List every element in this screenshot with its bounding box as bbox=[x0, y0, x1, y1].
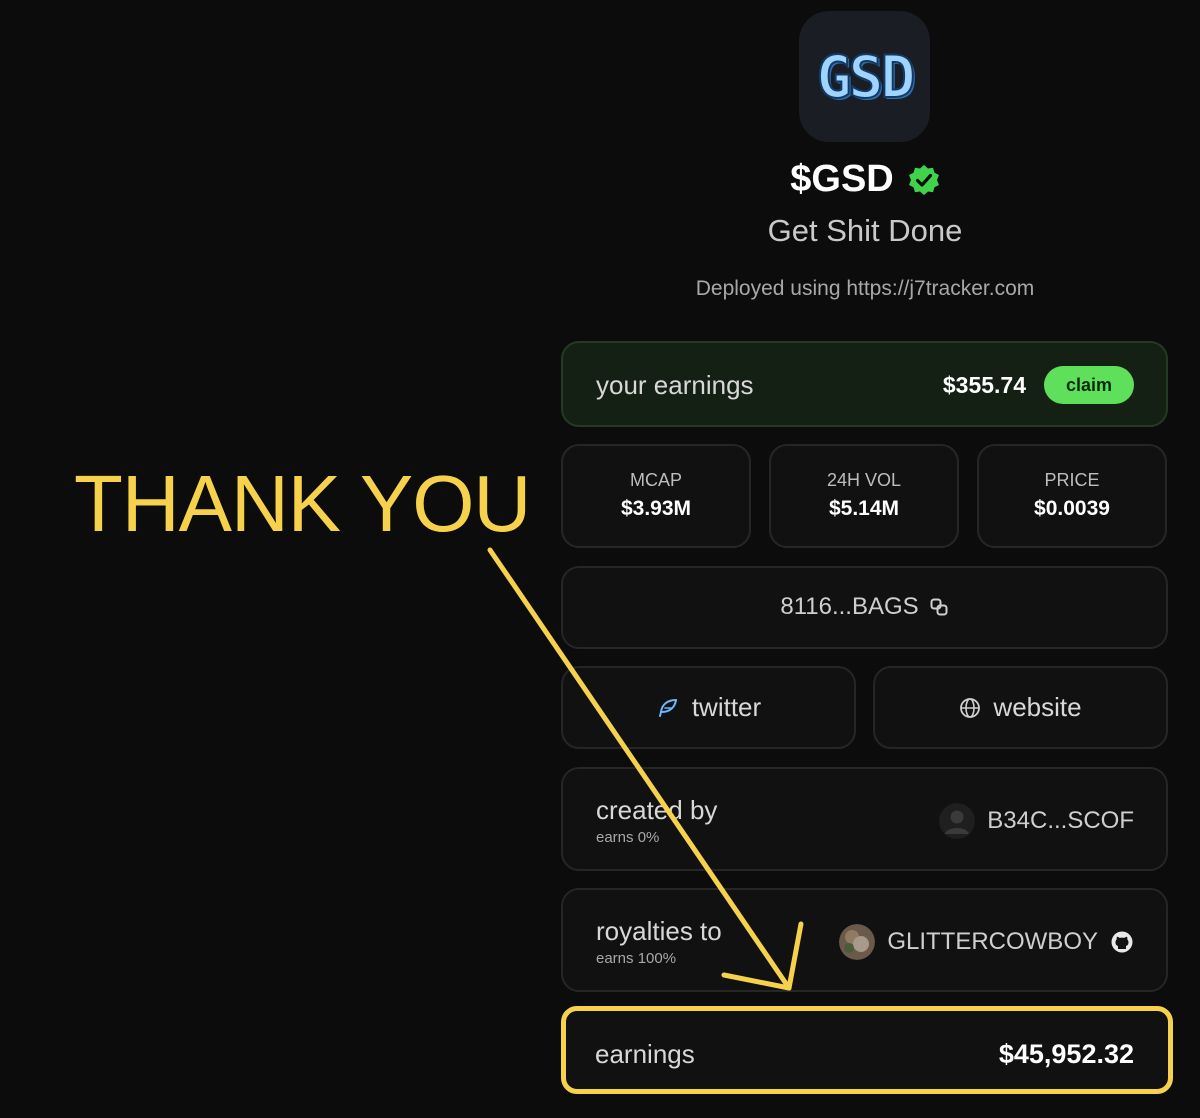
verified-badge-icon bbox=[908, 164, 939, 195]
github-icon bbox=[1111, 931, 1133, 953]
stat-price: PRICE $0.0039 bbox=[977, 444, 1167, 548]
creator-address: B34C...SCOF bbox=[987, 807, 1134, 834]
stat-value: $0.0039 bbox=[1034, 497, 1110, 520]
total-earnings-label: earnings bbox=[595, 1039, 695, 1069]
token-tagline: Get Shit Done bbox=[767, 213, 963, 248]
stat-value: $3.93M bbox=[620, 497, 692, 520]
royalties-label: royalties to bbox=[596, 916, 722, 946]
stat-label: PRICE bbox=[1044, 470, 1100, 490]
stat-mcap: MCAP $3.93M bbox=[561, 444, 751, 548]
total-earnings-value: $45,952.32 bbox=[998, 1039, 1134, 1069]
stat-label: MCAP bbox=[629, 470, 682, 490]
contract-address-button[interactable]: 8116...BAGS bbox=[561, 566, 1168, 649]
your-earnings-card: your earnings $355.74 claim bbox=[561, 341, 1168, 427]
royalty-recipient-name: GLITTERCOWBOY bbox=[887, 928, 1098, 955]
stat-volume: 24H VOL $5.14M bbox=[769, 444, 959, 548]
created-by-card: created by earns 0% B34C...SCOF bbox=[561, 767, 1168, 871]
created-by-label: created by bbox=[596, 795, 718, 825]
creator-link[interactable]: B34C...SCOF bbox=[939, 803, 1134, 839]
user-avatar-icon bbox=[839, 924, 876, 960]
token-logo-text: GSD bbox=[816, 42, 917, 112]
website-link-button[interactable]: website bbox=[873, 666, 1168, 749]
twitter-link-button[interactable]: twitter bbox=[561, 666, 856, 749]
total-earnings-card: earnings $45,952.32 bbox=[561, 1006, 1173, 1094]
token-logo: GSD bbox=[799, 11, 930, 142]
royalties-share: earns 100% bbox=[596, 950, 677, 967]
deployed-note: Deployed using https://j7tracker.com bbox=[695, 277, 1035, 300]
your-earnings-value: $355.74 bbox=[942, 372, 1026, 398]
created-by-share: earns 0% bbox=[596, 829, 660, 846]
globe-icon bbox=[960, 697, 981, 718]
annotation-text: THANK YOU bbox=[74, 459, 531, 548]
website-link-label: website bbox=[993, 692, 1082, 722]
copy-icon[interactable] bbox=[929, 597, 949, 617]
royalty-recipient-link[interactable]: GLITTERCOWBOY bbox=[839, 924, 1134, 960]
royalties-card: royalties to earns 100% GLITTERCOWBOY bbox=[561, 888, 1168, 992]
default-avatar-icon bbox=[939, 803, 976, 839]
twitter-link-label: twitter bbox=[691, 692, 762, 722]
stat-label: 24H VOL bbox=[826, 470, 902, 490]
contract-address-text: 8116...BAGS bbox=[780, 593, 919, 620]
token-name: $GSD bbox=[790, 158, 894, 200]
your-earnings-label: your earnings bbox=[596, 370, 754, 400]
stat-value: $5.14M bbox=[828, 497, 900, 520]
twitter-feather-icon bbox=[658, 698, 677, 717]
token-title-row: $GSD bbox=[700, 158, 1030, 201]
claim-button[interactable]: claim bbox=[1044, 366, 1134, 404]
